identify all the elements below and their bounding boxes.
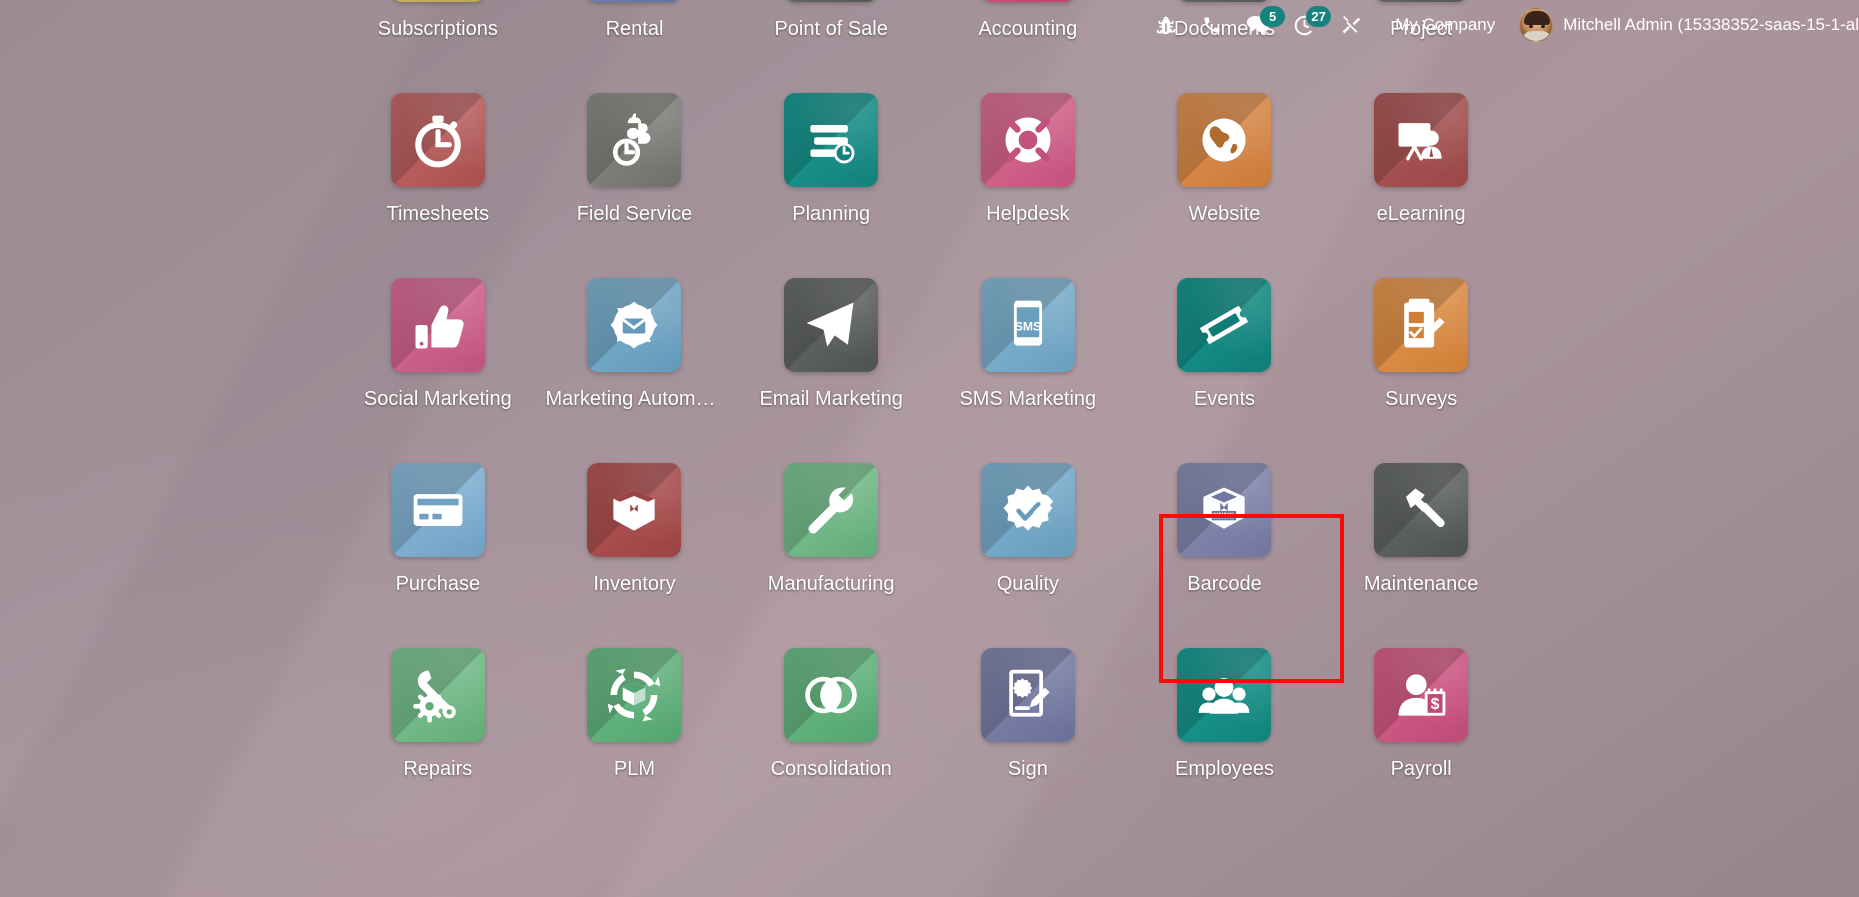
presenter-board-icon[interactable]: [1374, 93, 1469, 187]
app-label: Consolidation: [770, 758, 892, 780]
app-label: Manufacturing: [767, 573, 895, 595]
quality-badge-icon[interactable]: [980, 463, 1075, 557]
open-box-icon[interactable]: [587, 463, 682, 557]
app-label: Maintenance: [1363, 573, 1479, 595]
app-tile-consolidation[interactable]: Consolidation: [733, 622, 930, 807]
thumbs-up-icon[interactable]: [390, 278, 485, 372]
app-tile-quality[interactable]: Quality: [930, 437, 1127, 622]
user-name-label: Mitchell Admin (15338352-saas-15-1-al: [1563, 15, 1859, 34]
app-tile-helpdesk[interactable]: Helpdesk: [930, 67, 1127, 252]
planning-bars-icon[interactable]: [784, 93, 879, 187]
app-label: Repairs: [403, 758, 473, 780]
app-label: Timesheets: [386, 203, 490, 225]
hammer-icon[interactable]: [1374, 463, 1469, 557]
app-label: Inventory: [593, 573, 676, 595]
phone-icon[interactable]: [1189, 2, 1235, 48]
sign-document-icon[interactable]: [980, 648, 1075, 742]
app-label: Website: [1188, 203, 1261, 225]
avatar: [1519, 8, 1554, 42]
svg-text:SMS: SMS: [1015, 320, 1041, 334]
app-tile-plm[interactable]: PLM: [536, 622, 733, 807]
app-tile-events[interactable]: Events: [1126, 252, 1323, 437]
svg-text:$: $: [1431, 696, 1440, 713]
sms-phone-icon[interactable]: SMS: [980, 278, 1075, 372]
app-label: eLearning: [1376, 203, 1466, 225]
app-tile-manufacturing[interactable]: Manufacturing: [733, 437, 930, 622]
app-label: Employees: [1175, 758, 1274, 780]
app-label: Purchase: [395, 573, 481, 595]
wrench-icon[interactable]: [784, 463, 879, 557]
people-group-icon[interactable]: [1177, 648, 1272, 742]
app-label: Sign: [1007, 758, 1048, 780]
credit-card-icon[interactable]: [390, 463, 485, 557]
puzzle-clock-icon[interactable]: [587, 93, 682, 187]
activities-icon[interactable]: 27: [1281, 2, 1332, 48]
user-menu[interactable]: Mitchell Admin (15338352-saas-15-1-al: [1509, 8, 1859, 42]
app-label: Helpdesk: [986, 203, 1070, 225]
app-tile-marketing-automat[interactable]: Marketing Automat...: [536, 252, 733, 437]
venn-circles-icon[interactable]: [784, 648, 879, 742]
person-salary-icon[interactable]: $: [1374, 648, 1469, 742]
clipboard-pencil-icon[interactable]: [1374, 278, 1469, 372]
app-tile-email-marketing[interactable]: Email Marketing: [733, 252, 930, 437]
debug-tools-icon[interactable]: [1327, 2, 1373, 48]
app-tile-website[interactable]: Website: [1126, 67, 1323, 252]
stopwatch-icon[interactable]: [390, 93, 485, 187]
app-tile-payroll[interactable]: $ Payroll: [1323, 622, 1520, 807]
globe-icon[interactable]: [1177, 93, 1272, 187]
app-label: PLM: [613, 758, 656, 780]
app-label: Planning: [792, 203, 871, 225]
bug-icon[interactable]: [1143, 2, 1189, 48]
app-label: Surveys: [1385, 388, 1458, 410]
apps-viewport[interactable]: Subscriptions Rental Point of Sale Accounti…: [0, 0, 1859, 897]
app-tile-timesheets[interactable]: Timesheets: [340, 67, 537, 252]
app-label: Social Marketing: [363, 388, 512, 410]
app-tile-inventory[interactable]: Inventory: [536, 437, 733, 622]
life-ring-icon[interactable]: [980, 93, 1075, 187]
app-label: SMS Marketing: [959, 388, 1097, 410]
app-label: Marketing Automat...: [545, 388, 724, 410]
app-tile-maintenance[interactable]: Maintenance: [1323, 437, 1520, 622]
app-tile-elearning[interactable]: eLearning: [1323, 67, 1520, 252]
app-tile-planning[interactable]: Planning: [733, 67, 930, 252]
gear-envelope-icon[interactable]: [587, 278, 682, 372]
app-label: Payroll: [1390, 758, 1452, 780]
app-tile-field-service[interactable]: Field Service: [536, 67, 733, 252]
app-label: Quality: [996, 573, 1059, 595]
ticket-icon[interactable]: [1177, 278, 1272, 372]
apps-grid: Subscriptions Rental Point of Sale Accounti…: [340, 0, 1520, 807]
cycle-cube-icon[interactable]: [587, 648, 682, 742]
app-tile-repairs[interactable]: Repairs: [340, 622, 537, 807]
systray-icons: 5 27: [1143, 2, 1373, 48]
app-tile-social-marketing[interactable]: Social Marketing: [340, 252, 537, 437]
app-label: Email Marketing: [759, 388, 903, 410]
app-tile-barcode[interactable]: Barcode: [1126, 437, 1323, 622]
app-tile-sign[interactable]: Sign: [930, 622, 1127, 807]
app-tile-sms-marketing[interactable]: SMS SMS Marketing: [930, 252, 1127, 437]
app-label: Barcode: [1187, 573, 1262, 595]
app-label: Events: [1193, 388, 1256, 410]
app-label: Field Service: [576, 203, 693, 225]
company-switcher[interactable]: My Company: [1373, 15, 1509, 35]
top-navbar: 5 27 My Company Mitchell Admin (15338352-…: [0, 0, 1859, 50]
app-tile-purchase[interactable]: Purchase: [340, 437, 537, 622]
wrench-gear-icon[interactable]: [390, 648, 485, 742]
messages-icon[interactable]: 5: [1235, 2, 1286, 48]
app-tile-surveys[interactable]: Surveys: [1323, 252, 1520, 437]
paper-plane-icon[interactable]: [784, 278, 879, 372]
app-tile-employees[interactable]: Employees: [1126, 622, 1323, 807]
barcode-box-icon[interactable]: [1177, 463, 1272, 557]
